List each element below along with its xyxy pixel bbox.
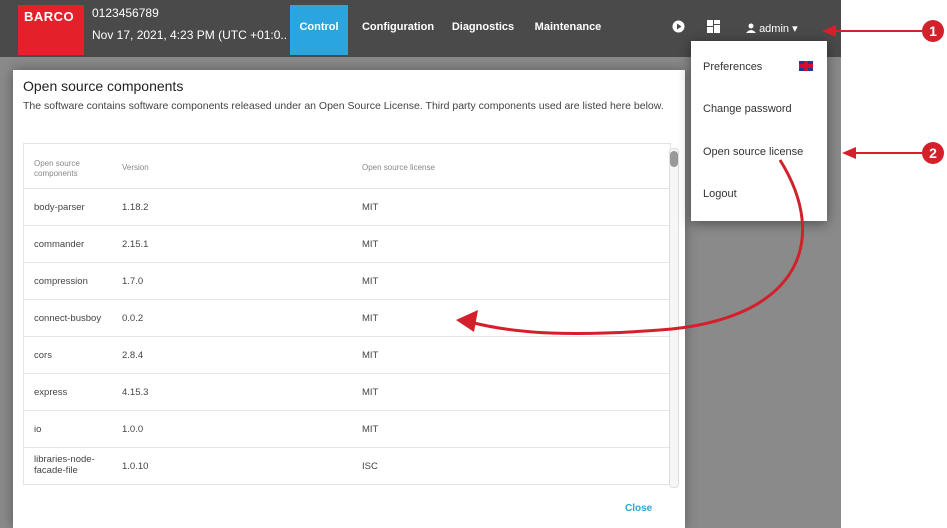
callout-badge: 2	[922, 142, 944, 164]
callout-badge: 1	[922, 20, 944, 42]
annotation-arrows	[456, 25, 922, 336]
